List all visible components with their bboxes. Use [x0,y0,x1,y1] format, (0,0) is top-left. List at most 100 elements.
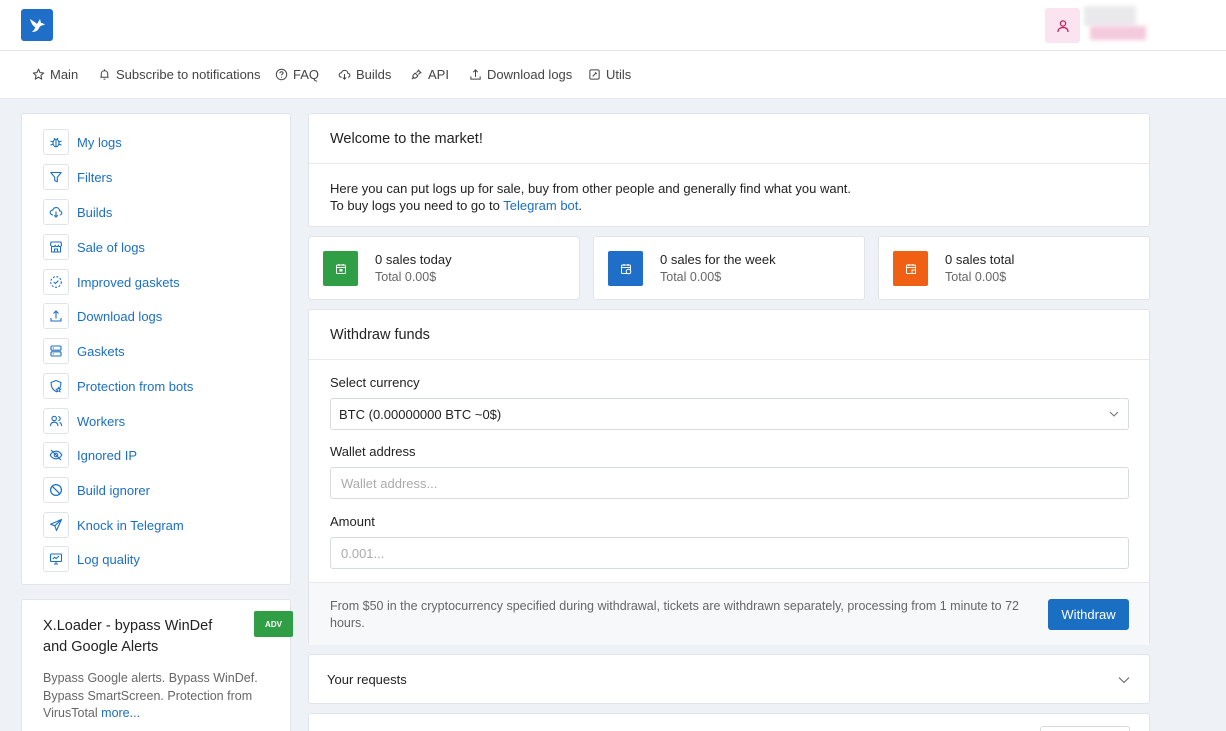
nav-label: API [428,67,449,82]
nav-label: FAQ [293,67,320,82]
logo-bird-icon[interactable] [21,9,53,41]
sidebar-label: Ignored IP [77,447,137,463]
withdraw-footer: From $50 in the cryptocurrency specified… [309,582,1149,645]
adv-badge: ADV [254,611,293,637]
server-icon [43,338,69,364]
calendar-total-icon [893,251,928,286]
nav-item-api[interactable]: API [410,67,449,82]
sidebar-item-filters[interactable]: Filters [43,164,112,190]
stat-total-total: Total 0.00$ [945,270,1007,284]
sidebar-label: Sale of logs [77,239,145,255]
help-circle-icon [275,68,288,81]
sidebar-label: Log quality [77,551,140,567]
upload-icon [470,69,481,80]
ad-title[interactable]: X.Loader - bypass WinDef and Google Aler… [43,616,233,658]
sidebar-label: Build ignorer [77,482,150,498]
telegram-bot-link[interactable]: Telegram bot [503,198,578,213]
ad-description: Bypass Google alerts. Bypass WinDef. Byp… [43,670,268,723]
welcome-card: Welcome to the market! Here you can put … [308,113,1150,227]
wallet-address-input[interactable] [330,467,1129,499]
next-card-control[interactable] [1040,726,1130,731]
dashed-circle-check-icon [43,269,69,295]
stat-today-title: 0 sales today [375,252,452,267]
main-nav: Main Subscribe to notifications FAQ Buil… [0,51,1226,99]
stat-card-week: 0 sales for the week Total 0.00$ [593,236,865,300]
calendar-day-icon [323,251,358,286]
upload-icon [43,303,69,329]
welcome-title: Welcome to the market! [309,114,1149,164]
sidebar-item-workers[interactable]: Workers [43,408,125,434]
withdraw-title: Withdraw funds [309,310,1149,360]
users-icon [43,408,69,434]
star-icon [32,68,45,80]
store-icon [43,234,69,260]
amount-input[interactable] [330,537,1129,569]
nav-item-faq[interactable]: FAQ [275,67,319,82]
ad-more-link[interactable]: more... [101,706,140,720]
stat-total-title: 0 sales total [945,252,1015,267]
ban-icon [43,477,69,503]
next-card [308,713,1150,731]
sidebar-label: Improved gaskets [77,274,180,290]
eye-off-icon [43,442,69,468]
sidebar-label: Gaskets [77,343,125,359]
nav-label: Utils [606,67,632,82]
sidebar-item-log-quality[interactable]: Log quality [43,546,140,572]
top-bar [0,0,1226,51]
welcome-line-2-prefix: To buy logs you need to go to [330,198,500,213]
nav-item-subscribe[interactable]: Subscribe to notifications [98,67,261,82]
shield-star-icon [43,373,69,399]
sidebar-item-knock-in-telegram[interactable]: Knock in Telegram [43,512,184,538]
username-redacted [1084,6,1136,26]
currency-select[interactable]: BTC (0.00000000 BTC ~0$) [330,398,1129,430]
sidebar-label: My logs [77,134,122,150]
nav-item-main[interactable]: Main [32,67,78,82]
stat-today-total: Total 0.00$ [375,270,437,284]
cloud-download-icon [43,199,69,225]
sidebar-item-improved-gaskets[interactable]: Improved gaskets [43,269,180,295]
sidebar-label: Builds [77,204,113,220]
user-avatar-icon[interactable] [1045,8,1080,43]
stat-card-total: 0 sales total Total 0.00$ [878,236,1150,300]
sidebar-item-my-logs[interactable]: My logs [43,129,122,155]
nav-label: Builds [356,67,392,82]
cloud-download-icon [338,69,351,80]
plug-icon [411,69,422,80]
nav-label: Main [50,67,79,82]
welcome-body: Here you can put logs up for sale, buy f… [330,180,851,214]
nav-item-download-logs[interactable]: Download logs [469,67,572,82]
ad-card: X.Loader - bypass WinDef and Google Aler… [21,599,293,731]
nav-item-builds[interactable]: Builds [338,67,391,82]
currency-label: Select currency [330,375,420,390]
sidebar-item-ignored-ip[interactable]: Ignored IP [43,442,137,468]
sidebar-label: Protection from bots [77,378,194,394]
amount-label: Amount [330,514,375,529]
stat-week-title: 0 sales for the week [660,252,776,267]
welcome-line-2-suffix: . [578,198,583,213]
sidebar-item-download-logs[interactable]: Download logs [43,303,162,329]
withdraw-button[interactable]: Withdraw [1048,599,1129,630]
sidebar-item-gaskets[interactable]: Gaskets [43,338,125,364]
sidebar-label: Knock in Telegram [77,517,184,533]
sidebar-item-protection-from-bots[interactable]: Protection from bots [43,373,193,399]
ad-description-text: Bypass Google alerts. Bypass WinDef. Byp… [43,671,258,720]
nav-item-utils[interactable]: Utils [588,67,631,82]
stat-card-today: 0 sales today Total 0.00$ [308,236,580,300]
stat-week-total: Total 0.00$ [660,270,722,284]
currency-selected-value: BTC (0.00000000 BTC ~0$) [339,406,502,422]
sidebar-label: Download logs [77,308,163,324]
chevron-down-icon [1109,411,1119,417]
sidebar-label: Filters [77,169,113,185]
nav-label: Download logs [487,67,573,82]
requests-title: Your requests [327,672,407,687]
bug-icon [43,129,69,155]
sidebar: My logs Filters Builds Sale of logs Impr… [21,113,291,585]
welcome-line-1: Here you can put logs up for sale, buy f… [330,181,852,196]
requests-card[interactable]: Your requests [308,654,1150,704]
wallet-label: Wallet address [330,444,416,459]
monitor-icon [43,546,69,572]
sidebar-item-build-ignorer[interactable]: Build ignorer [43,477,150,503]
sidebar-item-sale-of-logs[interactable]: Sale of logs [43,234,145,260]
sidebar-label: Workers [77,413,126,429]
sidebar-item-builds[interactable]: Builds [43,199,112,225]
